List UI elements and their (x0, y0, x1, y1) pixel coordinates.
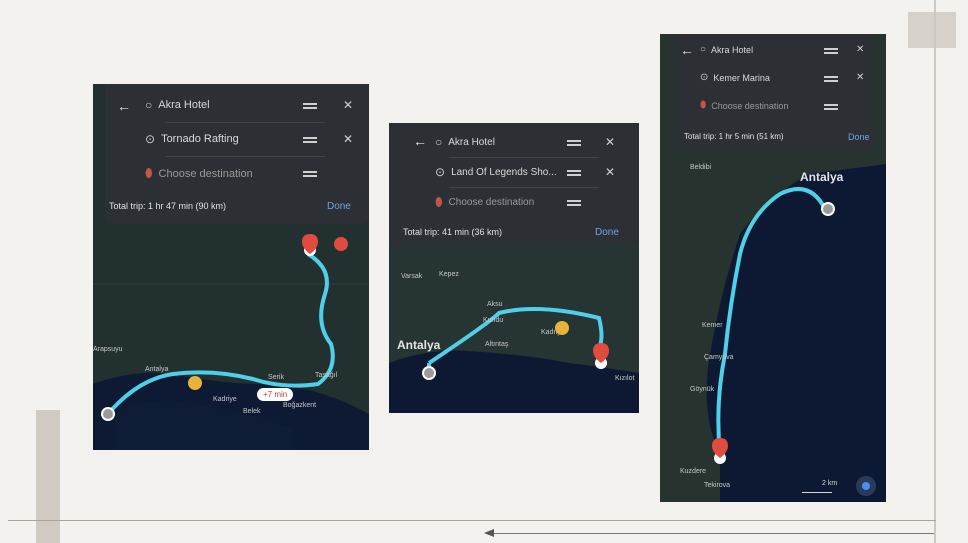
origin-row[interactable]: ○ Akra Hotel (145, 98, 210, 112)
my-location-icon[interactable] (856, 476, 876, 496)
divider (165, 122, 325, 123)
origin-row[interactable]: ○ Akra Hotel (435, 135, 495, 149)
origin-label: Akra Hotel (448, 136, 495, 148)
origin-marker-icon (422, 366, 436, 380)
stop-icon: ⊙ (700, 72, 709, 83)
map-label: Kemer (702, 322, 723, 329)
divider (165, 156, 325, 157)
map-label: Belek (243, 408, 261, 415)
drag-handle-icon[interactable] (567, 198, 581, 208)
drag-handle-icon[interactable] (567, 138, 581, 148)
drag-handle-icon[interactable] (303, 169, 317, 179)
decorative-line-vertical (934, 0, 936, 543)
back-arrow-icon[interactable]: ← (413, 133, 427, 149)
drag-handle-icon[interactable] (303, 101, 317, 111)
attraction-pin-icon (334, 237, 348, 251)
done-button[interactable]: Done (595, 227, 619, 238)
drag-handle-icon[interactable] (824, 74, 838, 84)
map-label: Varsak (401, 273, 423, 280)
total-trip-text: Total trip: 41 min (36 km) (403, 227, 503, 237)
map-label: Tekirova (704, 482, 731, 489)
decorative-block (908, 12, 956, 48)
map-label: Serik (268, 374, 284, 381)
drag-handle-icon[interactable] (303, 135, 317, 145)
stop-label: Tornado Rafting (161, 133, 239, 145)
map-label: Kızılot (615, 375, 635, 382)
map-label: Çamyuva (704, 354, 734, 361)
total-trip-text: Total trip: 1 hr 5 min (51 km) (684, 132, 784, 141)
decorative-bar (36, 410, 60, 543)
left-arrow-icon (484, 529, 494, 537)
decorative-line-horizontal (8, 520, 936, 521)
map-label: Antalya (145, 366, 169, 373)
map-label: Kundu (483, 317, 504, 324)
stop-row[interactable]: ⊙ Land Of Legends Sho... (435, 165, 557, 179)
close-icon[interactable]: ✕ (605, 135, 615, 149)
stop-row[interactable]: ⊙ Tornado Rafting (145, 132, 239, 146)
origin-label: Akra Hotel (158, 99, 210, 111)
map-label: Taşağıl (315, 372, 338, 379)
origin-label: Akra Hotel (711, 44, 754, 55)
stop-icon: ⊙ (145, 132, 156, 146)
map-screenshot-2: ← ○ Akra Hotel ✕ ⊙ Land Of Legends Sho..… (389, 123, 639, 413)
destination-row[interactable]: ⬮ Choose destination (435, 195, 534, 210)
decorative-arrow-line (494, 533, 934, 534)
done-button[interactable]: Done (848, 132, 870, 142)
divider (449, 157, 599, 158)
close-icon[interactable]: ✕ (343, 132, 353, 146)
back-arrow-icon[interactable]: ← (680, 42, 694, 58)
destination-pin-icon: ⬮ (435, 195, 443, 209)
directions-panel: ← ○ Akra Hotel ✕ ⊙ Tornado Rafting ✕ ⬮ C… (105, 84, 369, 224)
origin-marker-icon (101, 407, 115, 421)
done-button[interactable]: Done (327, 201, 351, 212)
map-screenshot-3: ← ○ Akra Hotel ✕ ⊙ Kemer Marina ✕ ⬮ Choo… (660, 34, 886, 502)
close-icon[interactable]: ✕ (343, 98, 353, 112)
traffic-badge-icon[interactable] (188, 376, 202, 390)
total-trip-text: Total trip: 1 hr 47 min (90 km) (109, 201, 227, 211)
stop-label: Kemer Marina (713, 72, 770, 83)
directions-panel: ← ○ Akra Hotel ✕ ⊙ Land Of Legends Sho..… (389, 123, 639, 245)
divider (449, 187, 599, 188)
close-icon[interactable]: ✕ (856, 72, 864, 83)
destination-input[interactable]: Choose destination (449, 197, 535, 208)
map-label: Beldibi (690, 164, 712, 171)
destination-pin-icon: ⬮ (145, 166, 153, 180)
back-arrow-icon[interactable]: ← (117, 98, 131, 114)
map-label: Arapsuyu (93, 346, 123, 353)
origin-marker-icon (821, 202, 835, 216)
map-label: Altıntaş (485, 341, 509, 348)
destination-row[interactable]: ⬮ Choose destination (700, 100, 788, 111)
map-screenshot-1: ← ○ Akra Hotel ✕ ⊙ Tornado Rafting ✕ ⬮ C… (93, 84, 369, 450)
close-icon[interactable]: ✕ (605, 165, 615, 179)
map-label: Boğazkent (283, 402, 317, 409)
stop-label: Land Of Legends Sho... (451, 166, 557, 178)
close-icon[interactable]: ✕ (856, 44, 864, 55)
origin-row[interactable]: ○ Akra Hotel (700, 44, 753, 55)
drag-handle-icon[interactable] (567, 168, 581, 178)
origin-circle-icon: ○ (435, 135, 443, 149)
map-label: Kadriye (213, 396, 237, 403)
map-label: Kuzdere (680, 468, 707, 475)
map-label: Aksu (487, 301, 503, 308)
map-label: Kepez (439, 271, 459, 278)
scale-label: 2 km (822, 480, 838, 487)
stop-icon: ⊙ (435, 165, 446, 179)
origin-circle-icon: ○ (145, 98, 153, 112)
destination-input[interactable]: Choose destination (711, 101, 788, 111)
stop-row[interactable]: ⊙ Kemer Marina (700, 72, 770, 83)
origin-circle-icon: ○ (700, 44, 707, 55)
map-label: Antalya (397, 338, 441, 352)
map-label: Antalya (800, 170, 844, 184)
destination-row[interactable]: ⬮ Choose destination (145, 166, 253, 181)
scale-bar (802, 492, 832, 493)
drag-handle-icon[interactable] (824, 46, 838, 56)
destination-input[interactable]: Choose destination (159, 168, 253, 180)
destination-pin-icon: ⬮ (700, 100, 707, 111)
drag-handle-icon[interactable] (824, 102, 838, 112)
route-time-chip[interactable]: +7 min (257, 388, 294, 401)
directions-panel: ← ○ Akra Hotel ✕ ⊙ Kemer Marina ✕ ⬮ Choo… (674, 34, 874, 150)
map-label: Göynük (690, 386, 715, 393)
traffic-badge-icon[interactable] (555, 321, 569, 335)
